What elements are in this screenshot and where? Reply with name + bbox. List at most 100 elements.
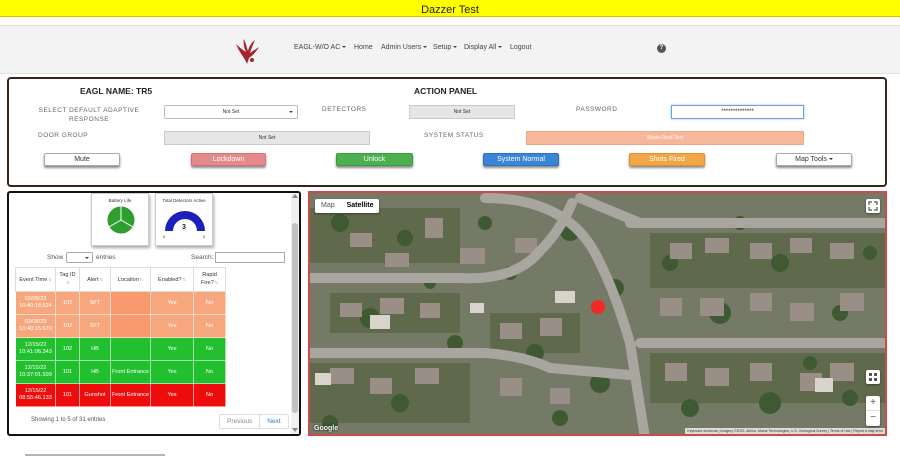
cell-enabled: Yes [150, 314, 194, 338]
col-location[interactable]: Location⇅ [110, 267, 151, 292]
cell-time: 12/15/22 10:41:06.343 [15, 337, 56, 361]
cell-time: 02/08/23 10:40:15.570 [15, 314, 56, 338]
col-enabled[interactable]: Enabled?⇅ [150, 267, 194, 292]
chevron-down-icon [423, 46, 428, 49]
cell-location [110, 291, 151, 315]
sort-icon: ⇅ [182, 276, 186, 282]
gauge-max: 3 [202, 234, 205, 239]
nav-home[interactable]: Home [354, 44, 373, 51]
mute-button[interactable]: Mute [44, 153, 120, 166]
system-normal-button[interactable]: System Normal [483, 153, 559, 166]
cell-tag: 101 [55, 383, 80, 407]
table-row[interactable]: 02/08/23 10:40:18.524 102 SFT Yes No [15, 291, 226, 315]
search-label: Search: [191, 254, 214, 261]
adaptive-response-label: SELECT DEFAULT ADAPTIVE RESPONSE [38, 107, 140, 123]
password-field[interactable]: ************** [671, 105, 804, 119]
pagination: Previous Next [219, 414, 289, 429]
page-footer [0, 448, 900, 456]
table-row[interactable]: 12/15/22 10:41:06.343 102 HB Yes No [15, 337, 226, 361]
zoom-controls: + − [866, 396, 880, 426]
scroll-up-icon[interactable] [292, 194, 298, 198]
chevron-down-icon [85, 257, 89, 259]
cell-time: 12/15/22 10:37:01.599 [15, 360, 56, 384]
system-status-field: Shots Fired Test [526, 131, 804, 145]
sort-icon: ⇅ [48, 276, 52, 282]
cell-time: 12/15/22 08:55:46.133 [15, 383, 56, 407]
col-event-time[interactable]: Event Time⇅ [15, 267, 56, 292]
col-tag-id[interactable]: Tag ID⇅ [55, 267, 80, 292]
col-rapid-fire[interactable]: Rapid Fire?⇅ [193, 267, 226, 292]
zoom-in-button[interactable]: + [866, 396, 880, 411]
table-info: Showing 1 to 5 of 31 entries [31, 417, 106, 423]
events-panel: Battery Life Total Detectors Active 3 0 … [7, 191, 301, 436]
map-tools-button[interactable]: Map Tools [776, 153, 852, 166]
table-header-row: Event Time⇅ Tag ID⇅ Alert⇅ Location⇅ Ena… [15, 267, 226, 292]
nav-eagl-wo-ac[interactable]: EAGL-W/O AC [294, 44, 347, 51]
chevron-down-icon [342, 46, 347, 49]
chevron-down-icon [453, 46, 458, 49]
door-group-field: Not Set [164, 131, 370, 145]
scrollbar[interactable] [291, 193, 299, 434]
top-banner: Dazzer Test [0, 0, 900, 17]
password-label: PASSWORD [576, 106, 618, 113]
col-alert[interactable]: Alert⇅ [79, 267, 111, 292]
cell-alert: SFT [79, 314, 111, 338]
nav-admin-users[interactable]: Admin Users [381, 44, 428, 51]
cell-location [110, 337, 151, 361]
action-panel-title: ACTION PANEL [414, 86, 478, 96]
detectors-label: DETECTORS [322, 106, 367, 113]
cell-enabled: Yes [150, 360, 194, 384]
table-row[interactable]: 12/15/22 08:55:46.133 101 Gunshot Front … [15, 383, 226, 407]
battery-pie-icon [106, 205, 136, 235]
satellite-map[interactable]: Map Satellite + − Google Keyboard shortcu… [308, 191, 887, 436]
next-button[interactable]: Next [260, 415, 287, 428]
grid-icon[interactable] [866, 370, 880, 384]
cell-alert: HB [79, 337, 111, 361]
table-row[interactable]: 02/08/23 10:40:15.570 102 SFT Yes No [15, 314, 226, 338]
lockdown-button[interactable]: Lockdown [191, 153, 266, 166]
battery-life-gauge: Battery Life [91, 193, 149, 246]
scroll-down-icon[interactable] [292, 428, 298, 432]
nav-logout[interactable]: Logout [510, 44, 531, 51]
cell-tag: 102 [55, 314, 80, 338]
show-label: Show [47, 254, 64, 261]
map-type-map[interactable]: Map [315, 199, 341, 213]
cell-enabled: Yes [150, 337, 194, 361]
cell-tag: 102 [55, 291, 80, 315]
table-row[interactable]: 12/15/22 10:37:01.599 101 HB Front Entra… [15, 360, 226, 384]
unlock-button[interactable]: Unlock [336, 153, 413, 166]
cell-tag: 102 [55, 337, 80, 361]
cell-enabled: Yes [150, 291, 194, 315]
cell-alert: Gunshot [79, 383, 111, 407]
sort-icon: ⇅ [139, 276, 144, 282]
entries-select[interactable] [66, 252, 93, 263]
gauge-title: Battery Life [108, 198, 132, 203]
cell-enabled: Yes [150, 383, 194, 407]
fullscreen-icon[interactable] [866, 199, 880, 213]
chevron-down-icon [828, 158, 833, 161]
eagl-name: EAGL NAME: TR5 [80, 86, 153, 96]
previous-button[interactable]: Previous [220, 415, 261, 428]
chevron-down-icon [498, 46, 503, 49]
help-icon[interactable]: ? [657, 44, 666, 53]
gauge-title: Total Detectors Active [162, 198, 206, 203]
nav-setup[interactable]: Setup [433, 44, 458, 51]
cell-rapid: No [193, 314, 226, 338]
zoom-out-button[interactable]: − [866, 411, 880, 426]
gauge-value: 3 [182, 224, 186, 231]
gauge-min: 0 [163, 234, 166, 239]
nav-display-all[interactable]: Display All [464, 44, 503, 51]
map-type-satellite[interactable]: Satellite [341, 199, 380, 213]
shots-fired-button[interactable]: Shots Fired [629, 153, 705, 166]
map-attribution[interactable]: Keyboard shortcuts | Imagery ©2023, Airb… [685, 428, 885, 434]
cell-location: Front Entrance [110, 383, 151, 407]
scroll-thumb[interactable] [292, 223, 298, 413]
search-input[interactable] [215, 252, 285, 263]
cell-rapid: No [193, 337, 226, 361]
cell-tag: 101 [55, 360, 80, 384]
map-imagery [310, 193, 885, 434]
cell-location [110, 314, 151, 338]
alert-marker[interactable] [591, 300, 605, 314]
adaptive-response-select[interactable]: Not Set [164, 105, 298, 119]
eagle-logo-icon[interactable] [234, 38, 260, 66]
